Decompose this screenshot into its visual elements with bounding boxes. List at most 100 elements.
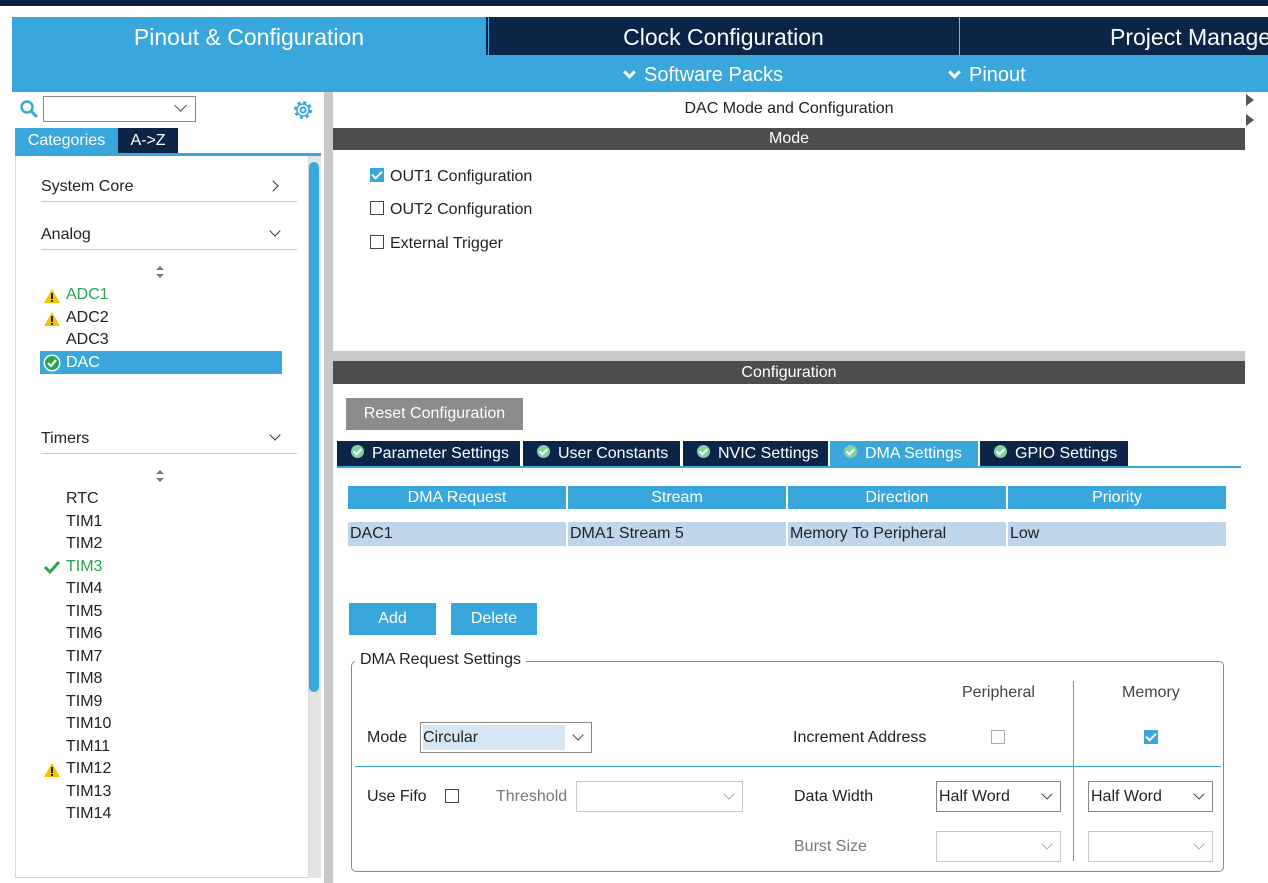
peripheral-column-header: Peripheral (962, 684, 1035, 701)
mode-select-value: Circular (423, 725, 565, 750)
check-circle-icon (697, 445, 710, 459)
mode-header: Mode (333, 128, 1245, 150)
tab-dma-settings[interactable]: DMA Settings (830, 441, 978, 466)
page-title: DAC Mode and Configuration (684, 100, 894, 117)
out2-configuration-checkbox[interactable]: OUT2 Configuration (370, 200, 532, 220)
list-item-tim1[interactable]: TIM1 (66, 511, 102, 533)
checkbox-unchecked[interactable] (370, 200, 384, 215)
burst-size-memory-select[interactable] (1088, 831, 1213, 862)
select-value (939, 834, 943, 859)
list-item-tim7[interactable]: TIM7 (66, 646, 102, 668)
category-system-core[interactable]: System Core (41, 172, 297, 202)
gear-icon[interactable] (291, 98, 315, 122)
column-header-dma-request[interactable]: DMA Request (348, 486, 566, 509)
use-fifo-checkbox[interactable] (445, 789, 459, 803)
check-circle-icon (43, 354, 61, 372)
table-cell[interactable]: DMA1 Stream 5 (568, 522, 786, 546)
delete-button[interactable]: Delete (451, 603, 537, 635)
tab-clock-configuration[interactable]: Clock Configuration (488, 17, 958, 55)
list-item-adc3[interactable]: ADC3 (66, 329, 109, 351)
column-header-stream[interactable]: Stream (568, 486, 786, 509)
list-item-tim11[interactable]: TIM11 (66, 736, 110, 758)
tab-label: Parameter Settings (372, 445, 509, 462)
tab-a-to-z[interactable]: A->Z (118, 128, 178, 153)
tab-user-constants[interactable]: User Constants (523, 441, 680, 466)
checkbox-unchecked[interactable] (370, 234, 384, 249)
check-circle-icon (537, 445, 550, 459)
search-icon[interactable] (19, 99, 39, 119)
increment-peripheral-checkbox[interactable] (991, 730, 1005, 744)
data-width-label: Data Width (794, 788, 874, 805)
list-item-tim2[interactable]: TIM2 (66, 533, 102, 555)
tab-label: NVIC Settings (718, 445, 819, 462)
chevron-down-icon (1193, 838, 1205, 850)
column-divider (1073, 681, 1074, 861)
list-item-tim12[interactable]: TIM12 (66, 758, 111, 780)
threshold-select[interactable] (576, 781, 743, 812)
check-circle-icon (351, 445, 364, 459)
tab-categories[interactable]: Categories (15, 128, 118, 153)
list-item-rtc[interactable]: RTC (66, 488, 99, 510)
configuration-header: Configuration (333, 361, 1245, 384)
tab-parameter-settings[interactable]: Parameter Settings (337, 441, 520, 466)
chevron-down-icon (572, 729, 584, 741)
chevron-down-icon (269, 429, 281, 441)
checkbox-checked[interactable] (370, 167, 384, 182)
data-width-memory-select[interactable]: Half Word (1088, 781, 1213, 812)
tab-project-manager[interactable]: Project Manage (959, 17, 1268, 55)
select-value: Half Word (939, 788, 1010, 805)
list-item-tim5[interactable]: TIM5 (66, 601, 102, 623)
column-header-direction[interactable]: Direction (788, 486, 1006, 509)
config-tab-bar: Parameter Settings User Constants NVIC S… (337, 441, 1237, 466)
sub-nav-bar: Software Packs Pinout (12, 55, 1268, 92)
list-item-tim14[interactable]: TIM14 (66, 803, 111, 825)
table-cell[interactable]: Low (1008, 522, 1226, 546)
category-timers[interactable]: Timers (41, 424, 297, 454)
list-item-tim10[interactable]: TIM10 (66, 713, 111, 735)
list-item-tim6[interactable]: TIM6 (66, 623, 102, 645)
table-cell[interactable]: DAC1 (348, 522, 566, 546)
categories-panel: Categories A->Z System Core Analog ADC1 … (12, 92, 324, 883)
tab-pinout-configuration[interactable]: Pinout & Configuration (12, 17, 486, 55)
list-item-tim8[interactable]: TIM8 (66, 668, 102, 690)
tab-nvic-settings[interactable]: NVIC Settings (683, 441, 828, 466)
scrollbar-thumb[interactable] (309, 162, 319, 692)
chevron-down-icon (623, 66, 636, 80)
reset-configuration-button[interactable]: Reset Configuration (346, 398, 523, 430)
warning-icon (44, 763, 60, 777)
list-item-tim4[interactable]: TIM4 (66, 578, 102, 600)
list-item-tim13[interactable]: TIM13 (66, 781, 111, 803)
list-item-adc2[interactable]: ADC2 (66, 307, 109, 329)
column-header-priority[interactable]: Priority (1008, 486, 1226, 509)
burst-size-peripheral-select[interactable] (936, 831, 1061, 862)
sort-icon[interactable] (155, 266, 165, 278)
data-width-peripheral-select[interactable]: Half Word (936, 781, 1061, 812)
increment-memory-checkbox[interactable] (1144, 730, 1158, 744)
tab-gpio-settings[interactable]: GPIO Settings (980, 441, 1128, 466)
search-input[interactable] (43, 96, 196, 122)
out1-configuration-checkbox[interactable]: OUT1 Configuration (370, 167, 532, 187)
chevron-down-icon (723, 788, 735, 800)
main-tab-bar: Pinout & Configuration Clock Configurati… (12, 17, 1268, 55)
external-trigger-checkbox[interactable]: External Trigger (370, 234, 503, 254)
chevron-down-icon (948, 66, 961, 80)
mode-select[interactable]: Circular (420, 722, 592, 753)
pinout-menu[interactable]: Pinout (946, 55, 1026, 92)
configuration-section: Configuration Reset Configuration Parame… (333, 361, 1245, 883)
list-item-tim3[interactable]: TIM3 (66, 556, 102, 578)
sort-icon[interactable] (155, 470, 165, 482)
collapse-arrows-icon[interactable] (1246, 94, 1255, 130)
table-cell[interactable]: Memory To Peripheral (788, 522, 1006, 546)
software-packs-menu[interactable]: Software Packs (621, 55, 783, 92)
burst-size-label: Burst Size (794, 838, 867, 855)
threshold-select-value (579, 784, 583, 809)
right-side-panel (1245, 92, 1268, 883)
list-item-dac[interactable]: DAC (66, 352, 100, 374)
threshold-label: Threshold (496, 788, 568, 805)
list-item-tim9[interactable]: TIM9 (66, 691, 102, 713)
category-analog[interactable]: Analog (41, 220, 297, 250)
chevron-right-icon (267, 180, 279, 192)
list-item-adc1[interactable]: ADC1 (66, 284, 109, 306)
add-button[interactable]: Add (349, 603, 436, 635)
memory-column-header: Memory (1122, 684, 1180, 701)
